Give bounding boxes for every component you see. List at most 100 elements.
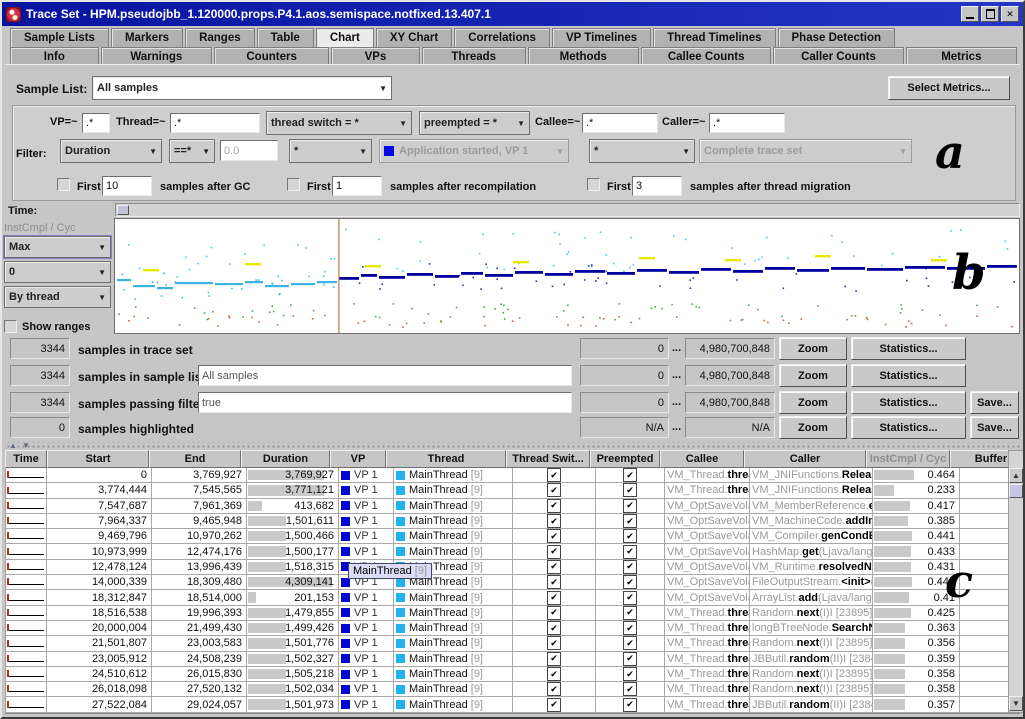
- tab-warnings[interactable]: Warnings: [101, 47, 212, 65]
- preempted-checkbox[interactable]: ✔: [623, 468, 637, 482]
- table-row[interactable]: 10,973,99912,474,1761,500,177VP 1MainThr…: [6, 544, 1008, 559]
- vscrollbar-thumb[interactable]: [1009, 484, 1023, 498]
- thread-switch-checkbox[interactable]: ✔: [547, 621, 561, 635]
- caller-filter-input[interactable]: .*: [709, 113, 785, 133]
- thread-switch-checkbox[interactable]: ✔: [547, 575, 561, 589]
- preempted-checkbox[interactable]: ✔: [623, 529, 637, 543]
- table-row[interactable]: 18,516,53819,996,3931,479,855VP 1MainThr…: [6, 606, 1008, 621]
- col-header-thread-swit-[interactable]: Thread Swit...: [506, 450, 590, 468]
- preempted-checkbox[interactable]: ✔: [623, 560, 637, 574]
- filter-metric-combo[interactable]: Duration ▼: [60, 139, 162, 163]
- table-vscrollbar[interactable]: ▲ ▼: [1008, 450, 1024, 713]
- preempted-checkbox[interactable]: ✔: [623, 606, 637, 620]
- stat-text-field[interactable]: true: [198, 392, 572, 413]
- thread-filter-input[interactable]: .*: [170, 113, 260, 133]
- save-button[interactable]: Save...: [970, 416, 1019, 439]
- col-header-time[interactable]: Time: [5, 450, 47, 468]
- collapse-up-icon[interactable]: ▲: [9, 442, 17, 450]
- table-row[interactable]: 3,774,4447,545,5653,771,121VP 1MainThrea…: [6, 483, 1008, 498]
- thread-switch-checkbox[interactable]: ✔: [547, 591, 561, 605]
- col-header-preempted[interactable]: Preempted: [590, 450, 660, 468]
- thread-switch-checkbox[interactable]: ✔: [547, 667, 561, 681]
- callee-filter-input[interactable]: .*: [582, 113, 658, 133]
- thread-switch-checkbox[interactable]: ✔: [547, 652, 561, 666]
- table-hscrollbar[interactable]: [5, 713, 1020, 719]
- thread-switch-checkbox[interactable]: ✔: [547, 499, 561, 513]
- show-ranges-checkbox[interactable]: [4, 320, 17, 333]
- thread-switch-checkbox[interactable]: ✔: [547, 636, 561, 650]
- close-button[interactable]: [1001, 6, 1019, 22]
- first-migration-count-input[interactable]: 3: [632, 176, 682, 196]
- first-recompilation-checkbox[interactable]: [287, 178, 300, 191]
- tab-vp-timelines[interactable]: VP Timelines: [552, 28, 651, 47]
- filter-op-combo[interactable]: ==* ▼: [169, 139, 215, 163]
- scroll-up-button[interactable]: ▲: [1009, 468, 1023, 483]
- tab-threads[interactable]: Threads: [422, 47, 526, 65]
- tab-callee-counts[interactable]: Callee Counts: [641, 47, 771, 65]
- zoom-button[interactable]: Zoom: [779, 416, 847, 439]
- col-header-instcmpl-cyc[interactable]: InstCmpl / Cyc: [866, 450, 950, 468]
- table-row[interactable]: 21,501,80723,003,5831,501,776VP 1MainThr…: [6, 636, 1008, 651]
- table-row[interactable]: 23,005,91224,508,2391,502,327VP 1MainThr…: [6, 652, 1008, 667]
- tab-vps[interactable]: VPs: [331, 47, 420, 65]
- col-header-callee[interactable]: Callee: [660, 450, 744, 468]
- col-header-end[interactable]: End: [149, 450, 241, 468]
- timeline-chart[interactable]: [114, 218, 1020, 334]
- time-scrollbar[interactable]: [115, 203, 1020, 217]
- first-gc-count-input[interactable]: 10: [102, 176, 152, 196]
- collapse-down-icon[interactable]: ▼: [22, 442, 30, 450]
- first-gc-checkbox[interactable]: [57, 178, 70, 191]
- thread-switch-checkbox[interactable]: ✔: [547, 529, 561, 543]
- tab-ranges[interactable]: Ranges: [185, 28, 255, 47]
- col-header-thread[interactable]: Thread: [386, 450, 506, 468]
- statistics-button[interactable]: Statistics...: [851, 364, 966, 387]
- splitter-bar[interactable]: ▲ ▼: [5, 442, 1020, 450]
- table-row[interactable]: 7,964,3379,465,9481,501,611VP 1MainThrea…: [6, 514, 1008, 529]
- preempted-checkbox[interactable]: ✔: [623, 499, 637, 513]
- tab-metrics[interactable]: Metrics: [906, 47, 1017, 65]
- preempted-checkbox[interactable]: ✔: [623, 621, 637, 635]
- select-metrics-button[interactable]: Select Metrics...: [888, 76, 1010, 100]
- thread-switch-checkbox[interactable]: ✔: [547, 545, 561, 559]
- minimize-button[interactable]: [961, 6, 979, 22]
- stat-text-field[interactable]: All samples: [198, 365, 572, 386]
- preempted-checkbox[interactable]: ✔: [623, 652, 637, 666]
- preempted-combo[interactable]: preempted = * ▼: [419, 111, 530, 135]
- preempted-checkbox[interactable]: ✔: [623, 575, 637, 589]
- tab-thread-timelines[interactable]: Thread Timelines: [653, 28, 775, 47]
- statistics-button[interactable]: Statistics...: [851, 391, 966, 414]
- thread-switch-checkbox[interactable]: ✔: [547, 483, 561, 497]
- tab-caller-counts[interactable]: Caller Counts: [773, 47, 903, 65]
- table-row[interactable]: 14,000,33918,309,4804,309,141VP 1MainThr…: [6, 575, 1008, 590]
- table-row[interactable]: 7,547,6877,961,369413,682VP 1MainThread …: [6, 499, 1008, 514]
- tab-xy-chart[interactable]: XY Chart: [376, 28, 452, 47]
- tab-markers[interactable]: Markers: [111, 28, 183, 47]
- tab-info[interactable]: Info: [10, 47, 99, 65]
- preempted-checkbox[interactable]: ✔: [623, 667, 637, 681]
- thread-switch-checkbox[interactable]: ✔: [547, 468, 561, 482]
- thread-switch-checkbox[interactable]: ✔: [547, 698, 561, 712]
- preempted-checkbox[interactable]: ✔: [623, 545, 637, 559]
- table-row[interactable]: 27,522,08429,024,0571,501,973VP 1MainThr…: [6, 697, 1008, 712]
- first-recompilation-count-input[interactable]: 1: [332, 176, 382, 196]
- tab-sample-lists[interactable]: Sample Lists: [10, 28, 109, 47]
- tab-chart[interactable]: Chart: [316, 28, 374, 47]
- zoom-button[interactable]: Zoom: [779, 364, 847, 387]
- thread-switch-checkbox[interactable]: ✔: [547, 682, 561, 696]
- preempted-checkbox[interactable]: ✔: [623, 591, 637, 605]
- zoom-button[interactable]: Zoom: [779, 337, 847, 360]
- filter-star-combo-1[interactable]: * ▼: [289, 139, 372, 163]
- filter-star-combo-2[interactable]: * ▼: [589, 139, 695, 163]
- scroll-down-button[interactable]: ▼: [1009, 696, 1023, 711]
- col-header-duration[interactable]: Duration: [241, 450, 330, 468]
- chart-scale-combo[interactable]: Max ▼: [4, 236, 111, 258]
- thread-switch-checkbox[interactable]: ✔: [547, 514, 561, 528]
- preempted-checkbox[interactable]: ✔: [623, 483, 637, 497]
- title-bar[interactable]: Trace Set - HPM.pseudojbb_1.120000.props…: [2, 2, 1023, 26]
- statistics-button[interactable]: Statistics...: [851, 416, 966, 439]
- preempted-checkbox[interactable]: ✔: [623, 698, 637, 712]
- table-row[interactable]: 12,478,12413,996,4391,518,315VP 1MainThr…: [6, 560, 1008, 575]
- table-row[interactable]: 24,510,61226,015,8301,505,218VP 1MainThr…: [6, 667, 1008, 682]
- tab-correlations[interactable]: Correlations: [454, 28, 550, 47]
- vp-filter-input[interactable]: .*: [82, 113, 110, 133]
